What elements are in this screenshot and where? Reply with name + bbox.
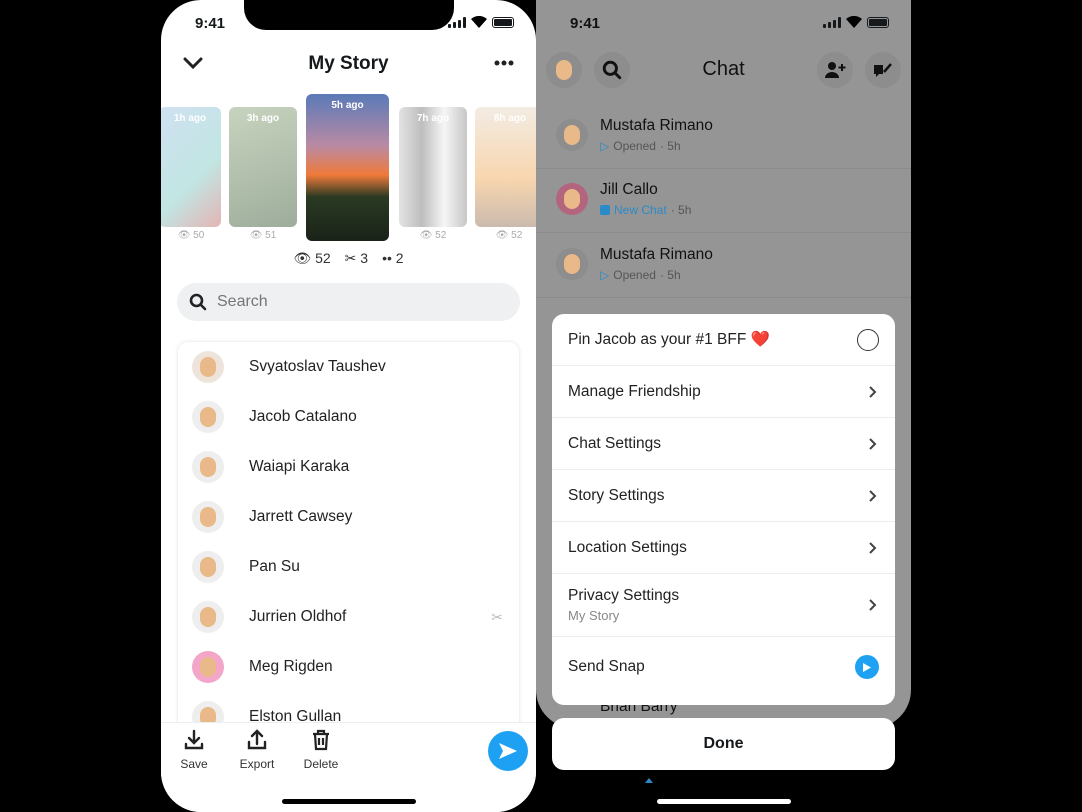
friend-action-sheet: Pin Jacob as your #1 BFF ❤️ Manage Frien… (552, 314, 895, 705)
privacy-settings-option[interactable]: Privacy Settings My Story (552, 574, 895, 637)
viewer-row[interactable]: Jarrett Cawsey (178, 492, 519, 542)
send-snap-option[interactable]: Send Snap (552, 637, 895, 697)
signal-icon (448, 16, 466, 28)
chevron-right-icon (869, 599, 877, 611)
avatar (192, 401, 224, 433)
chevron-right-icon (869, 489, 877, 502)
chat-row[interactable]: Mustafa Rimano ▷ Opened · 5h (536, 234, 911, 298)
chat-row[interactable]: Mustafa Rimano ▷ Opened · 5h (536, 105, 911, 169)
bottom-toolbar: Save Export Delete (161, 722, 536, 812)
caret-up-icon (645, 778, 653, 783)
status-time: 9:41 (195, 15, 226, 32)
screenshot-icon: ✂ (344, 250, 357, 266)
search-bar[interactable] (177, 283, 520, 321)
radio-button[interactable] (857, 329, 879, 351)
viewer-row[interactable]: Jurrien Oldhof ✂ (178, 592, 519, 642)
opened-arrow-icon: ▷ (600, 139, 610, 153)
screenshots-stat: ✂ 3 (344, 250, 369, 266)
avatar (192, 351, 224, 383)
chevron-right-icon (869, 385, 877, 398)
new-chat-button[interactable] (865, 52, 901, 88)
send-button[interactable] (488, 731, 528, 771)
page-title: My Story (308, 53, 389, 74)
home-indicator (657, 799, 791, 804)
status-time: 9:41 (570, 15, 601, 32)
search-input[interactable] (217, 293, 424, 311)
story-snap[interactable]: 8h ago (475, 107, 536, 227)
chevron-right-icon (869, 541, 877, 554)
search-icon (189, 293, 207, 311)
avatar (192, 501, 224, 533)
my-story-screen: 9:41 My Story 1h ago 👁 50 3h ago 👁 51 5h… (161, 0, 536, 812)
status-bar: 9:41 (536, 0, 911, 44)
compose-icon (874, 63, 892, 77)
viewer-row[interactable]: Jacob Catalano (178, 392, 519, 442)
wifi-icon (471, 16, 487, 28)
download-icon (184, 729, 204, 750)
chat-bubble-icon (600, 205, 610, 215)
story-snap[interactable]: 1h ago (161, 107, 221, 227)
export-button[interactable]: Export (232, 729, 282, 771)
avatar (556, 248, 588, 280)
send-arrow-icon (499, 743, 517, 759)
share-icon (247, 729, 267, 750)
chat-settings-option[interactable]: Chat Settings (552, 418, 895, 470)
opened-arrow-icon: ▷ (600, 268, 610, 282)
story-stats: 👁 52 ✂ 3 •• 2 (161, 250, 536, 267)
wifi-icon (846, 16, 862, 28)
story-settings-option[interactable]: Story Settings (552, 470, 895, 522)
story-snaps: 1h ago 👁 50 3h ago 👁 51 5h ago 7h ago 👁 … (161, 94, 536, 244)
signal-icon (823, 16, 841, 28)
page-title: Chat (702, 58, 745, 80)
viewer-row[interactable]: Svyatoslav Taushev (178, 342, 519, 392)
avatar (192, 601, 224, 633)
more-horizontal-icon[interactable] (494, 60, 514, 66)
replays-stat: •• 2 (382, 250, 404, 266)
add-friend-button[interactable] (817, 52, 853, 88)
pin-bff-option[interactable]: Pin Jacob as your #1 BFF ❤️ (552, 314, 895, 366)
delete-button[interactable]: Delete (296, 729, 346, 771)
view-count: 👁 51 (249, 230, 277, 241)
chat-screen: 9:41 Chat Mustafa Rimano ▷ Opened · 5h Jill… (536, 0, 911, 812)
send-snap-icon (855, 655, 879, 679)
avatar (192, 651, 224, 683)
eyes-icon: •• (382, 250, 392, 266)
trash-icon (313, 729, 329, 751)
avatar (556, 183, 588, 215)
viewers-list: Svyatoslav Taushev Jacob Catalano Waiapi… (178, 342, 519, 742)
battery-icon (492, 16, 514, 28)
save-button[interactable]: Save (169, 729, 219, 771)
add-friend-icon (825, 62, 846, 78)
avatar (192, 551, 224, 583)
home-indicator (282, 799, 416, 804)
view-count: 👁 52 (495, 230, 523, 241)
chevron-right-icon (869, 437, 877, 450)
chat-row[interactable]: Jill Callo New Chat · 5h (536, 169, 911, 233)
story-snap-selected[interactable]: 5h ago (306, 94, 389, 241)
view-count: 👁 50 (177, 230, 205, 241)
manage-friendship-option[interactable]: Manage Friendship (552, 366, 895, 418)
story-snap[interactable]: 3h ago (229, 107, 297, 227)
avatar (556, 119, 588, 151)
story-snap[interactable]: 7h ago (399, 107, 467, 227)
view-count: 👁 52 (419, 230, 447, 241)
location-settings-option[interactable]: Location Settings (552, 522, 895, 574)
avatar (192, 451, 224, 483)
battery-icon (867, 16, 889, 28)
views-stat: 👁 52 (293, 250, 331, 266)
done-button[interactable]: Done (552, 718, 895, 770)
eye-icon: 👁 (293, 250, 312, 266)
viewer-row[interactable]: Pan Su (178, 542, 519, 592)
status-bar: 9:41 (161, 0, 536, 44)
viewer-row[interactable]: Waiapi Karaka (178, 442, 519, 492)
viewer-row[interactable]: Meg Rigden (178, 642, 519, 692)
screenshot-icon: ✂ (491, 608, 503, 625)
